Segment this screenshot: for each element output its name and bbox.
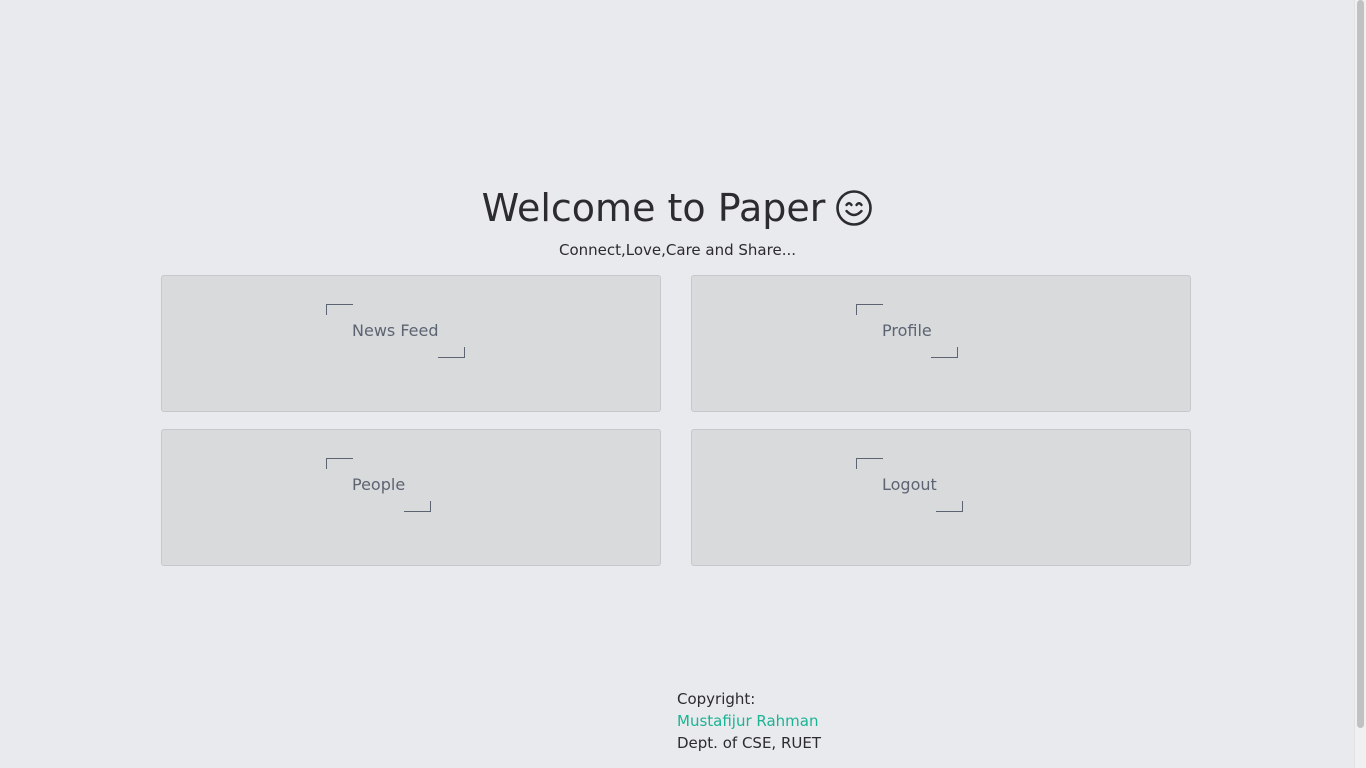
logout-label: Logout xyxy=(882,475,937,494)
profile-card[interactable]: Profile xyxy=(691,275,1191,412)
smiley-icon xyxy=(836,190,873,226)
author-link[interactable]: Mustafijur Rahman xyxy=(677,710,821,732)
card-label-frame: Profile xyxy=(856,304,958,358)
corner-bracket-icon xyxy=(935,501,963,512)
news-feed-card[interactable]: News Feed xyxy=(161,275,661,412)
vertical-scrollbar[interactable] xyxy=(1354,0,1366,768)
scrollbar-thumb[interactable] xyxy=(1357,0,1364,728)
people-label: People xyxy=(352,475,406,494)
page-subtitle: Connect,Love,Care and Share... xyxy=(558,241,796,259)
corner-bracket-icon xyxy=(856,458,883,469)
hero: Welcome to Paper Connect,Love,Care and S… xyxy=(0,184,1355,260)
corner-bracket-icon xyxy=(326,458,353,469)
people-card[interactable]: People xyxy=(161,429,661,566)
footer: Copyright: Mustafijur Rahman Dept. of CS… xyxy=(677,688,821,754)
card-label-frame: News Feed xyxy=(326,304,465,358)
page-title-text: Welcome to Paper xyxy=(481,186,826,230)
page: Welcome to Paper Connect,Love,Care and S… xyxy=(0,0,1366,768)
copyright-label: Copyright: xyxy=(677,690,756,708)
corner-bracket-icon xyxy=(404,501,432,512)
corner-bracket-icon xyxy=(930,347,958,358)
corner-bracket-icon xyxy=(856,304,883,315)
card-label-frame: Logout xyxy=(856,458,963,512)
department-text: Dept. of CSE, RUET xyxy=(677,734,821,752)
logout-card[interactable]: Logout xyxy=(691,429,1191,566)
news-feed-label: News Feed xyxy=(352,321,439,340)
card-label-frame: People xyxy=(326,458,432,512)
corner-bracket-icon xyxy=(437,347,465,358)
page-title: Welcome to Paper xyxy=(482,184,874,232)
profile-label: Profile xyxy=(882,321,932,340)
corner-bracket-icon xyxy=(326,304,353,315)
